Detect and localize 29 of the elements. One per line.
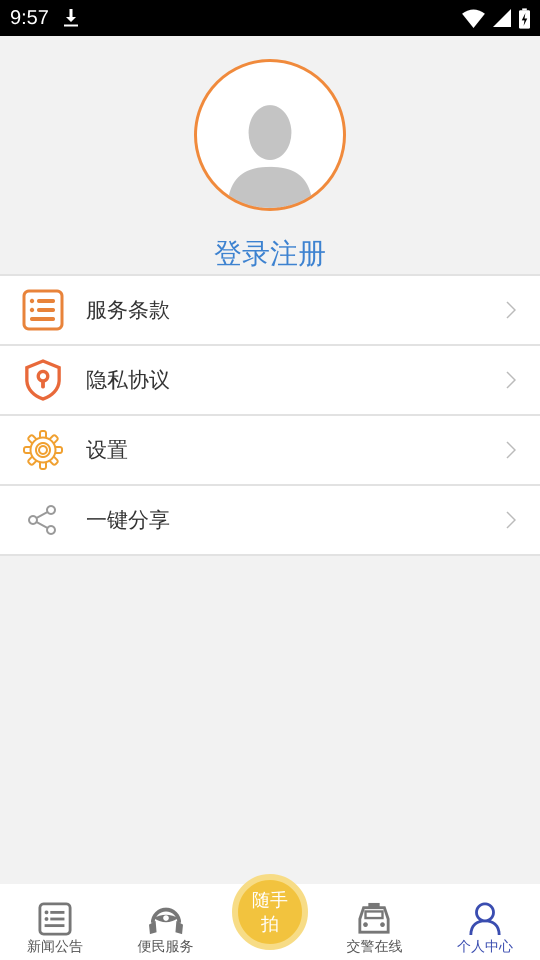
nav-tab[interactable]: 新闻公告 (0, 884, 110, 960)
login-register-link[interactable]: 登录注册 (214, 235, 326, 273)
menu-label: 服务条款 (86, 297, 170, 324)
shield-lock-icon (24, 358, 62, 402)
nav-tab[interactable]: 交警在线 (319, 884, 430, 960)
signal-icon (493, 9, 511, 27)
taxi-icon (356, 902, 392, 936)
list-icon (38, 902, 72, 936)
menu-item[interactable]: 隐私协议 (0, 346, 540, 416)
menu-item[interactable]: 服务条款 (0, 276, 540, 346)
share-icon (27, 504, 59, 536)
list-icon (22, 289, 64, 331)
status-time: 9:57 (10, 6, 49, 30)
chevron-right-icon (506, 371, 516, 389)
nav-tab[interactable]: 个人中心 (430, 884, 540, 960)
battery-icon (519, 8, 530, 28)
person-icon (468, 902, 502, 936)
gear-icon (23, 430, 63, 470)
menu-label: 设置 (86, 437, 128, 464)
download-icon (62, 9, 79, 27)
menu-label: 隐私协议 (86, 367, 170, 394)
chevron-right-icon (506, 441, 516, 459)
chevron-right-icon (506, 301, 516, 319)
menu-item[interactable]: 一键分享 (0, 486, 540, 556)
wifi-icon (462, 8, 485, 28)
nav-tab[interactable]: 便民服务 (110, 884, 221, 960)
menu-item[interactable]: 设置 (0, 416, 540, 486)
chevron-right-icon (506, 511, 516, 529)
menu-label: 一键分享 (86, 507, 170, 534)
